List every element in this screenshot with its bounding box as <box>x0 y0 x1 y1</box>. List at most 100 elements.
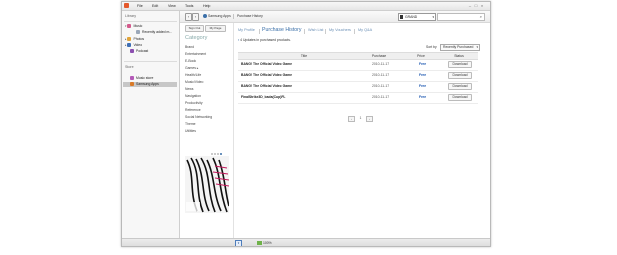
category-navigation[interactable]: Navigation <box>185 94 201 99</box>
app-title[interactable]: BANG! The Official Video Game <box>241 84 292 89</box>
category-utilities[interactable]: Utilities <box>185 129 196 134</box>
app-logo-icon <box>124 3 129 8</box>
category-sidebar: Sign Out My Page Category Brand Entertai… <box>180 23 234 238</box>
photo-icon <box>127 37 132 42</box>
store-toolbar: ‹ › Samsung Apps Purchase History GRAND … <box>180 11 490 23</box>
menu-help[interactable]: Help <box>203 2 210 10</box>
tab-my-qa[interactable]: My Q&A <box>358 28 372 32</box>
zoom-level[interactable]: 100% <box>257 240 272 246</box>
category-games[interactable]: Games ▸ <box>185 66 198 71</box>
close-button[interactable]: × <box>480 3 484 8</box>
divider <box>354 29 355 34</box>
pager-dot[interactable] <box>217 153 219 155</box>
purchase-date: 2010-11-17 <box>372 84 390 88</box>
category-title: Category <box>185 35 208 41</box>
menu-bar: File Edit View Tools Help – □ × <box>122 2 490 11</box>
pager-dot[interactable] <box>211 153 213 155</box>
divider <box>304 29 305 34</box>
current-page[interactable]: 1 <box>358 116 363 121</box>
app-title[interactable]: BANG! The Official Video Game <box>241 62 292 67</box>
category-social-networking[interactable]: Social Networking <box>185 115 212 120</box>
divider <box>124 61 177 62</box>
forward-button[interactable]: › <box>192 13 199 21</box>
menu-view[interactable]: View <box>168 2 176 10</box>
search-icon: ⌕ <box>479 14 482 19</box>
app-window: File Edit View Tools Help – □ × Library … <box>121 1 491 247</box>
next-page-button[interactable]: › <box>366 116 373 122</box>
download-button[interactable]: Download <box>448 83 472 90</box>
tab-my-profile[interactable]: My Profile <box>238 28 255 32</box>
library-item-podcast[interactable]: Podcast <box>130 49 148 54</box>
sort-select[interactable]: Recently Purchased ▾ <box>440 44 480 51</box>
tab-purchase-history[interactable]: Purchase History <box>262 27 302 33</box>
chevron-down-icon: ▾ <box>476 45 478 49</box>
category-reference[interactable]: Reference <box>185 108 201 113</box>
store-header: Store <box>125 65 134 69</box>
price: Free <box>419 62 427 66</box>
category-health-life[interactable]: Health/Life <box>185 73 201 78</box>
menu-edit[interactable]: Edit <box>152 2 158 10</box>
pager-dot-active[interactable] <box>220 153 222 155</box>
category-entertainment[interactable]: Entertainment <box>185 52 206 57</box>
library-item-photos[interactable]: ▸ Photos <box>125 37 144 42</box>
download-button[interactable]: Download <box>448 61 472 68</box>
minimize-button[interactable]: – <box>468 3 472 8</box>
samsung-apps-icon <box>130 82 134 87</box>
collapse-arrow-icon: ▸ <box>125 37 127 41</box>
chevron-right-icon: ▸ <box>196 66 199 70</box>
purchase-date: 2010-11-17 <box>372 95 390 99</box>
search-input[interactable]: ⌕ <box>437 13 485 21</box>
banner-pager[interactable] <box>211 152 223 155</box>
library-item-recently-added[interactable]: Recently added m... <box>136 30 172 35</box>
category-productivity[interactable]: Productivity <box>185 101 203 106</box>
sign-out-button[interactable]: Sign Out <box>185 25 204 32</box>
country-select[interactable]: GRAND ▾ <box>398 13 436 21</box>
download-button[interactable]: Download <box>448 94 472 101</box>
library-header: Library <box>125 14 136 18</box>
prev-page-button[interactable]: ‹ <box>348 116 355 122</box>
download-button[interactable]: Download <box>448 72 472 79</box>
library-item-music[interactable]: ▾ Music <box>125 24 142 29</box>
app-title[interactable]: FinalStrike3D_bada(Cup)FL <box>241 95 285 100</box>
category-ebook[interactable]: E-Book <box>185 59 196 64</box>
podcast-icon <box>130 49 134 54</box>
store-item-music-store[interactable]: Music store <box>130 76 153 81</box>
expand-arrow-icon: ▾ <box>125 24 127 28</box>
tab-my-vouchers[interactable]: My Vouchers <box>329 28 351 32</box>
category-brand[interactable]: Brand <box>185 45 194 50</box>
category-music-video[interactable]: Music/Video <box>185 80 203 85</box>
my-page-button[interactable]: My Page <box>205 25 226 32</box>
back-button[interactable]: ‹ <box>185 13 192 21</box>
maximize-button[interactable]: □ <box>474 3 478 8</box>
menu-tools[interactable]: Tools <box>185 2 193 10</box>
samsung-apps-icon <box>203 14 207 19</box>
library-item-video[interactable]: ▸ Video <box>125 43 142 48</box>
collapse-icon[interactable]: ▾ <box>235 240 242 246</box>
video-icon <box>127 43 132 48</box>
price: Free <box>419 84 427 88</box>
purchase-date: 2010-11-17 <box>372 73 390 77</box>
chevron-down-icon: ▾ <box>432 15 434 19</box>
breadcrumb-service[interactable]: Samsung Apps <box>203 14 231 19</box>
sort-label: Sort by <box>426 45 437 49</box>
pager-dot[interactable] <box>214 153 216 155</box>
flag-icon <box>400 15 403 20</box>
category-theme[interactable]: Theme <box>185 122 196 127</box>
library-pane: Library ▾ Music Recently added m... ▸ Ph… <box>122 11 180 238</box>
store-item-samsung-apps[interactable]: Samsung Apps <box>123 82 177 87</box>
tab-wish-list[interactable]: Wish List <box>308 28 323 32</box>
app-title[interactable]: BANG! The Official Video Game <box>241 73 292 78</box>
category-news[interactable]: News <box>185 87 193 92</box>
collapse-arrow-icon: ▸ <box>125 43 127 47</box>
update-count: ▪ 4 Updates in purchased products. <box>238 38 291 42</box>
price: Free <box>419 95 427 99</box>
store-pane: ‹ › Samsung Apps Purchase History GRAND … <box>180 11 490 238</box>
purchase-date: 2010-11-17 <box>372 62 390 66</box>
divider <box>259 29 260 34</box>
menu-file[interactable]: File <box>137 2 143 10</box>
playlist-icon <box>136 30 140 35</box>
divider <box>233 14 234 19</box>
promo-banner-image[interactable] <box>185 156 229 213</box>
table-row: FinalStrike3D_bada(Cup)FL 2010-11-17 Fre… <box>238 92 478 104</box>
status-bar: ▾ 100% <box>122 238 490 246</box>
